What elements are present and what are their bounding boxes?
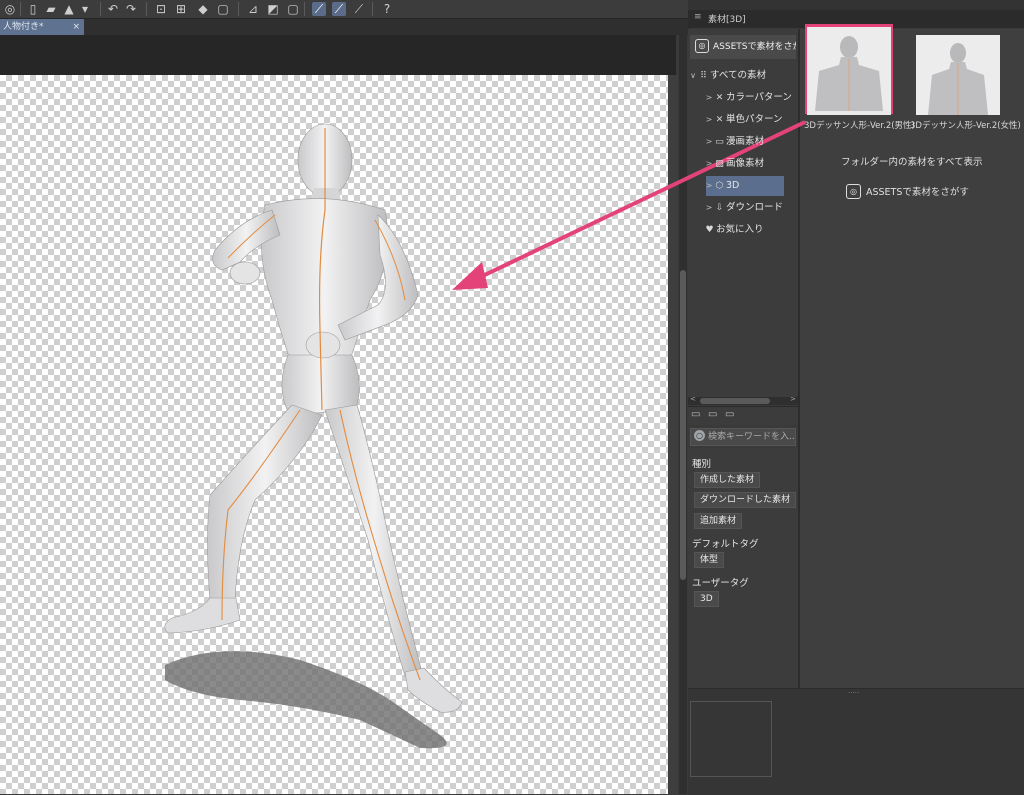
search-input[interactable]: ○ 検索キーワードを入... [690,428,796,446]
tree-item-label: お気に入り [716,224,764,235]
tree-item-label: すべての素材 [710,70,766,81]
tree-item-label: ダウンロード [726,202,784,213]
material-tree: ◎ASSETSで素材をさがす ∨⠿すべての素材 >✕カラーパターン >✕単色パタ… [688,29,798,397]
assets-search-label: ASSETSで素材をさがす [713,42,796,52]
resize-grip[interactable]: ····· [848,689,859,697]
close-icon[interactable]: × [72,19,80,35]
tag-chip-added[interactable]: 追加素材 [694,513,743,529]
assets-icon: ◎ [846,184,861,199]
material-list: 3Dデッサン人形-Ver.2(男性) 3Dデッサン人形-Ver.2(女性) フォ… [800,24,1024,688]
material-preview [690,701,772,777]
tree-item-label: 単色パターン [726,114,783,125]
panel-title[interactable]: 素材[3D] [708,12,746,25]
cube-icon: ⬡ [715,181,724,191]
assets-search-link[interactable]: ◎ ASSETSで素材をさがす [846,184,969,200]
tree-item-3d[interactable]: > ⬡ 3D [688,176,798,196]
tree-item-label: 画像素材 [726,158,765,169]
tag-chip-downloaded[interactable]: ダウンロードした素材 [694,492,797,508]
tree-item-label: 3D [726,180,740,191]
tree-item-label: カラーパターン [726,92,792,103]
assets-icon: ◎ [695,38,709,53]
user-tag-heading: ユーザータグ [692,578,749,589]
chevron-right-icon[interactable]: > [704,198,714,218]
crop-icon[interactable]: ⊿ [246,2,260,16]
tag-chip-body-type[interactable]: 体型 [694,552,725,568]
download-icon: ⇩ [715,203,724,213]
chevron-right-icon[interactable]: > [704,88,714,108]
new-file-icon[interactable]: ▯ [26,2,40,16]
assets-link-label: ASSETSで素材をさがす [866,187,969,198]
chevron-down-icon[interactable]: ∨ [688,66,698,86]
chevron-right-icon[interactable]: > [790,395,796,403]
frame-icon: ▭ [715,137,724,147]
chevron-right-icon[interactable]: > [704,132,714,152]
document-tab[interactable]: 人物付き* × [0,19,84,35]
toolbar-divider [20,2,21,16]
panel-menu-icon[interactable]: ≡ [694,12,702,22]
material-thumbnail-female[interactable] [916,35,1000,115]
chevron-right-icon[interactable]: > [704,110,714,130]
toolbar: ◎ ▯ ▰ ▲ ▾ ↶ ↷ ⊡ ⊞ ◆ ▢ ⊿ ◩ ▢ ⟋ ⟋ ⟋ ? [0,0,690,19]
clear-icon[interactable]: ▲ [62,2,76,16]
mannequin-female-icon [916,35,1000,115]
folder-tools: ▭ ▭ ▭ [688,406,798,425]
snap-grid-icon[interactable]: ⟋ [352,2,366,16]
toolbar-divider [238,2,239,16]
toolbar-divider [372,2,373,16]
search-placeholder: 検索キーワードを入... [708,432,796,442]
deselect-icon[interactable]: ▢ [216,2,230,16]
show-all-materials[interactable]: フォルダー内の素材をすべて表示 [841,154,982,168]
image-icon: ▨ [715,159,724,169]
dropdown-icon[interactable]: ▾ [78,2,92,16]
undo-icon[interactable]: ↶ [106,2,120,16]
grid-icon: ⠿ [700,71,707,81]
pattern-icon: ✕ [715,115,724,125]
save-icon[interactable]: ▰ [44,2,58,16]
snap-special-icon[interactable]: ⟋ [332,2,346,16]
material-thumbnail-male[interactable] [807,27,891,115]
panel-preview-area: ····· [688,688,1024,795]
invert-icon[interactable]: ◩ [266,2,280,16]
filter-pane: 種別 作成した素材 ダウンロードした素材 追加素材 デフォルトタグ 体型 ユーザ… [688,448,798,688]
canvas-margin [668,75,678,794]
scrollbar-thumb[interactable] [680,270,686,580]
canvas[interactable] [0,75,668,794]
mannequin-male-icon [807,27,891,111]
new-folder-icon[interactable]: ▭ [691,409,700,420]
tag-chip-3d[interactable]: 3D [694,591,719,607]
transform-icon[interactable]: ⊡ [154,2,168,16]
ruler-icon[interactable]: ▢ [286,2,300,16]
fill-icon[interactable]: ◆ [196,2,210,16]
assets-icon[interactable]: ◎ [3,2,17,16]
material-label: 3Dデッサン人形-Ver.2(男性) [804,121,915,131]
edit-folder-icon[interactable]: ▭ [725,409,734,420]
scrollbar-thumb[interactable] [700,398,770,404]
material-label: 3Dデッサン人形-Ver.2(女性) [910,121,1021,131]
redo-icon[interactable]: ↷ [124,2,138,16]
type-heading: 種別 [692,459,712,470]
help-icon[interactable]: ? [380,2,394,16]
toolbar-divider [304,2,305,16]
document-tab-bar: 人物付き* × [0,19,690,35]
chevron-left-icon[interactable]: < [690,395,696,403]
toolbar-divider [146,2,147,16]
chevron-right-icon[interactable]: > [704,154,714,174]
panel-top-strip [688,0,1024,10]
chevron-right-icon[interactable]: > [704,176,714,196]
heart-icon: ♥ [705,225,714,235]
free-transform-icon[interactable]: ⊞ [174,2,188,16]
toolbar-divider [100,2,101,16]
folder-icon[interactable]: ▭ [708,409,717,420]
default-tag-heading: デフォルトタグ [692,539,759,550]
assets-search-button[interactable]: ◎ ASSETSで素材をさがす [690,35,796,59]
pattern-icon: ✕ [715,93,724,103]
tree-item-all[interactable]: ∨ ⠿ すべての素材 [688,66,798,86]
document-tab-title: 人物付き* [3,22,44,32]
tree-item-label: 漫画素材 [726,136,765,147]
canvas-margin [0,35,676,75]
tag-chip-created[interactable]: 作成した素材 [694,472,761,488]
search-icon: ○ [694,430,705,441]
snap-ruler-icon[interactable]: ⟋ [312,2,326,16]
